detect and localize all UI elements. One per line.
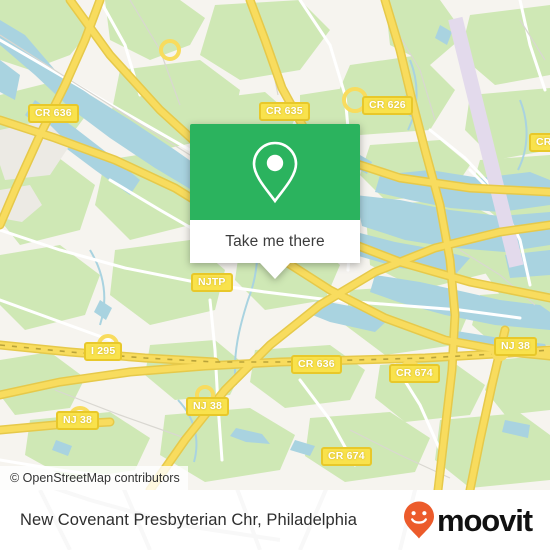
map-pin-icon [252, 141, 298, 204]
road-shield[interactable]: NJ 38 [494, 337, 538, 356]
road-shield[interactable]: NJ 38 [56, 411, 100, 430]
road-shield[interactable]: CR 636 [28, 104, 79, 123]
moovit-map-screenshot: CR 636 CR 635 CR 626 CR NJTP I 295 CR 63… [0, 0, 550, 550]
road-shield[interactable]: CR 674 [321, 447, 372, 466]
road-shield[interactable]: CR [529, 133, 550, 152]
moovit-logo[interactable]: moovit [402, 500, 533, 540]
road-shield[interactable]: NJ 38 [186, 397, 230, 416]
road-shield[interactable]: I 295 [84, 342, 123, 361]
callout-pin-panel [190, 124, 360, 220]
road-shield[interactable]: CR 636 [291, 355, 342, 374]
take-me-there-button[interactable]: Take me there [190, 220, 360, 263]
moovit-wordmark: moovit [436, 502, 533, 538]
road-shield[interactable]: CR 626 [362, 96, 413, 115]
page-title: New Covenant Presbyterian Chr, Philadelp… [20, 510, 357, 529]
map-attribution: © OpenStreetMap contributors [0, 466, 188, 490]
callout-tail [260, 263, 290, 279]
map-canvas[interactable]: CR 636 CR 635 CR 626 CR NJTP I 295 CR 63… [0, 0, 550, 490]
footer-bar: New Covenant Presbyterian Chr, Philadelp… [0, 490, 550, 550]
attribution-text: © OpenStreetMap contributors [10, 471, 180, 485]
location-callout[interactable]: Take me there [190, 124, 360, 279]
take-me-there-label: Take me there [225, 232, 325, 250]
road-shield[interactable]: NJTP [191, 273, 233, 292]
moovit-smiley-pin-icon [403, 501, 434, 539]
road-shield[interactable]: CR 674 [389, 364, 440, 383]
road-shield[interactable]: CR 635 [259, 102, 310, 121]
